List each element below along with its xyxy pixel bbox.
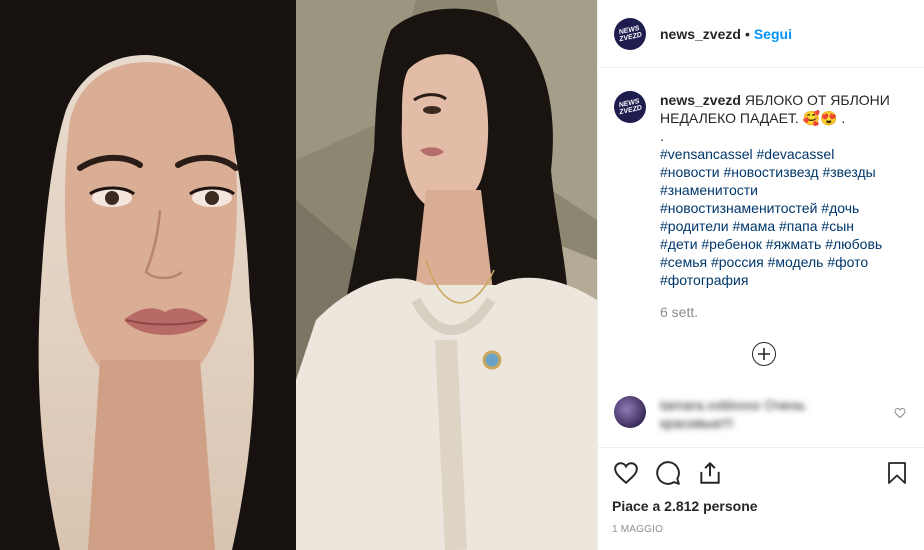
author-avatar[interactable]: NEWS ZVEZD	[614, 17, 646, 50]
post-date[interactable]: 1 MAGGIO	[612, 524, 911, 535]
comment-item: tamara.xxblxxxx Очень красивые!!!	[614, 396, 914, 432]
load-more-comments-button[interactable]	[752, 342, 776, 366]
photo-right-portrait	[296, 0, 597, 550]
caption-author-avatar[interactable]: NEWS ZVEZD	[614, 91, 646, 123]
share-icon	[700, 462, 720, 484]
post-side-panel: NEWS ZVEZD news_zvezd • Segui NEWS ZVEZD…	[597, 0, 924, 550]
comment-icon	[656, 461, 680, 485]
likes-count[interactable]: Piace a 2.812 persone	[612, 498, 911, 514]
caption-time-ago[interactable]: 6 sett.	[660, 303, 910, 321]
heart-icon	[894, 407, 906, 419]
comment-text: tamara.xxblxxxx Очень красивые!!!	[660, 397, 806, 431]
photo-left-portrait	[0, 0, 296, 550]
bookmark-icon	[888, 462, 906, 484]
post-header: NEWS ZVEZD news_zvezd • Segui	[598, 0, 924, 68]
caption-username[interactable]: news_zvezd	[660, 92, 741, 108]
like-button[interactable]	[612, 459, 640, 487]
heart-icon	[614, 462, 638, 485]
post-photo[interactable]	[0, 0, 597, 550]
caption-hashtags[interactable]: #vensancassel #devacassel #новости #ново…	[660, 145, 910, 289]
separator-dot: •	[744, 25, 750, 42]
follow-button[interactable]: Segui	[754, 26, 792, 42]
plus-icon	[758, 348, 770, 360]
caption-dot-line: .	[660, 128, 664, 144]
save-button[interactable]	[883, 459, 911, 487]
post-actions: Piace a 2.812 persone 1 MAGGIO	[598, 447, 924, 535]
commenter-avatar[interactable]	[614, 396, 646, 428]
share-button[interactable]	[696, 459, 724, 487]
post-caption: NEWS ZVEZD news_zvezd ЯБЛОКО ОТ ЯБЛОНИ Н…	[614, 91, 914, 321]
comment-like-button[interactable]	[894, 406, 906, 424]
comment-button[interactable]	[654, 459, 682, 487]
author-username[interactable]: news_zvezd	[660, 26, 741, 42]
